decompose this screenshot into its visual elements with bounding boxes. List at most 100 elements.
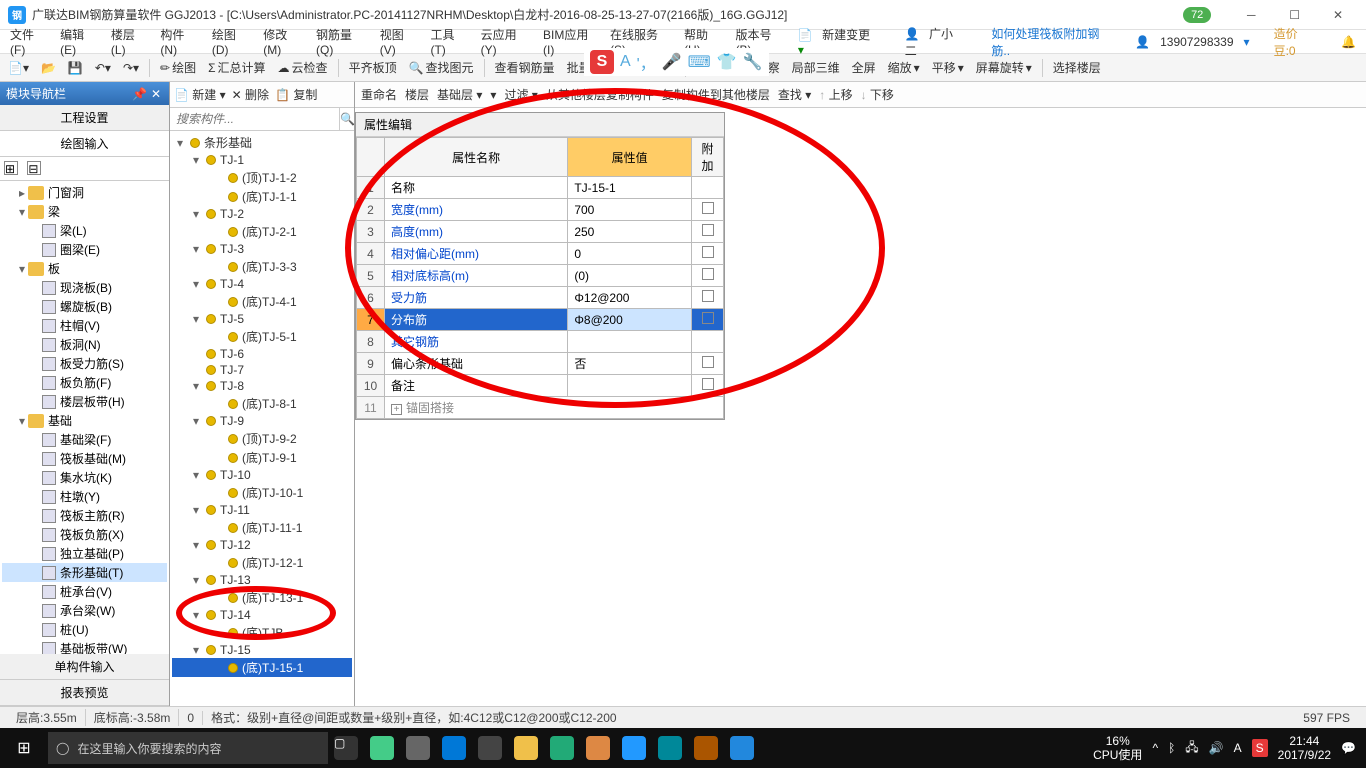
undo-button[interactable]: ↶▾: [91, 59, 115, 77]
open-button[interactable]: 📂: [37, 59, 60, 77]
cpu-meter[interactable]: 16%CPU使用: [1093, 734, 1142, 763]
collapse-icon[interactable]: ⊟: [27, 161, 41, 175]
app-icon-3[interactable]: [550, 736, 574, 760]
notifications-icon[interactable]: 💬: [1341, 741, 1356, 755]
component-item[interactable]: ▾TJ-9: [172, 413, 352, 429]
component-item[interactable]: ▾TJ-1: [172, 152, 352, 168]
menu-rebar[interactable]: 钢筋量(Q): [310, 26, 374, 57]
ime-skin-icon[interactable]: 👕: [717, 52, 737, 72]
component-child[interactable]: (底)TJ-4-1: [172, 292, 352, 311]
volume-icon[interactable]: 🔊: [1209, 741, 1224, 755]
property-row[interactable]: 3高度(mm)250: [357, 221, 724, 243]
menu-view[interactable]: 视图(V): [374, 26, 425, 57]
menu-component[interactable]: 构件(N): [154, 26, 205, 57]
find-element-button[interactable]: 🔍 查找图元: [405, 57, 478, 78]
component-item[interactable]: ▾TJ-11: [172, 502, 352, 518]
component-item[interactable]: ▾TJ-12: [172, 537, 352, 553]
floor-select[interactable]: 基础层 ▾: [437, 86, 482, 103]
component-item[interactable]: ▾TJ-13: [172, 572, 352, 588]
component-item[interactable]: ▾TJ-2: [172, 206, 352, 222]
component-item[interactable]: ▾TJ-15: [172, 642, 352, 658]
property-row[interactable]: 2宽度(mm)700: [357, 199, 724, 221]
ime-s-tray-icon[interactable]: S: [1252, 739, 1268, 757]
move-down-button[interactable]: ↓ 下移: [861, 86, 894, 103]
component-item[interactable]: ▾TJ-10: [172, 467, 352, 483]
component-item[interactable]: TJ-7: [172, 362, 352, 378]
close-button[interactable]: ✕: [1318, 8, 1358, 22]
bluetooth-icon[interactable]: ᛒ: [1168, 741, 1175, 755]
menu-file[interactable]: 文件(F): [4, 26, 54, 57]
nav-item[interactable]: 板负筋(F): [2, 373, 167, 392]
nav-item[interactable]: 柱帽(V): [2, 316, 167, 335]
component-child[interactable]: (底)TJ-12-1: [172, 553, 352, 572]
component-root[interactable]: ▾条形基础: [172, 133, 352, 152]
nav-item[interactable]: 条形基础(T): [2, 563, 167, 582]
component-child[interactable]: (底)TJ-10-1: [172, 483, 352, 502]
network-icon[interactable]: 🖧: [1185, 738, 1198, 759]
app-icon-5[interactable]: [622, 736, 646, 760]
property-row[interactable]: 7分布筋Φ8@200: [357, 309, 724, 331]
layer-select[interactable]: ▾: [490, 88, 496, 102]
sogou-icon[interactable]: S: [590, 50, 614, 74]
redo-button[interactable]: ↷▾: [119, 59, 143, 77]
component-child[interactable]: (底)TJ-13-1: [172, 588, 352, 607]
property-row[interactable]: 10备注: [357, 375, 724, 397]
align-top-button[interactable]: 平齐板顶: [345, 57, 401, 78]
property-row[interactable]: 9偏心条形基础否: [357, 353, 724, 375]
property-row[interactable]: 5相对底标高(m)(0): [357, 265, 724, 287]
move-up-button[interactable]: ↑ 上移: [819, 86, 852, 103]
component-item[interactable]: ▾TJ-3: [172, 241, 352, 257]
component-item[interactable]: TJ-6: [172, 346, 352, 362]
rename-button[interactable]: 重命名: [361, 86, 397, 103]
close-panel-icon[interactable]: ✕: [149, 87, 163, 101]
new-file-button[interactable]: 📄▾: [4, 59, 33, 77]
component-child[interactable]: (底)TJ-9-1: [172, 448, 352, 467]
component-item[interactable]: ▾TJ-5: [172, 311, 352, 327]
bell-icon[interactable]: 🔔: [1335, 35, 1362, 49]
nav-item[interactable]: 基础板带(W): [2, 639, 167, 654]
nav-item[interactable]: 筏板负筋(X): [2, 525, 167, 544]
filter-button[interactable]: 过滤 ▾: [504, 86, 537, 103]
menu-tools[interactable]: 工具(T): [424, 26, 474, 57]
save-button[interactable]: 💾: [64, 59, 87, 77]
ime-toolbar[interactable]: S A '， 🎤 ⌨ 👕 🔧: [584, 48, 769, 76]
rotate-button[interactable]: 屏幕旋转 ▾: [972, 57, 1036, 78]
nav-item[interactable]: 现浇板(B): [2, 278, 167, 297]
tab-project-settings[interactable]: 工程设置: [0, 105, 169, 131]
edge-icon[interactable]: [442, 736, 466, 760]
pin-icon[interactable]: 📌: [130, 87, 149, 101]
nav-item[interactable]: 筏板基础(M): [2, 449, 167, 468]
nav-item[interactable]: 圈梁(E): [2, 240, 167, 259]
nav-group[interactable]: ▾基础: [2, 411, 167, 430]
app-icon-2[interactable]: [406, 736, 430, 760]
select-floor-button[interactable]: 选择楼层: [1049, 57, 1105, 78]
copy-from-floor-button[interactable]: 从其他楼层复制构件: [546, 86, 654, 103]
menu-modify[interactable]: 修改(M): [257, 26, 310, 57]
tab-draw-input[interactable]: 绘图输入: [0, 131, 169, 157]
draw-button[interactable]: ✏ 绘图: [156, 57, 200, 78]
search-button[interactable]: 🔍: [339, 108, 355, 130]
app-icon-1[interactable]: [370, 736, 394, 760]
component-child[interactable]: (底)TJ-5-1: [172, 327, 352, 346]
component-child[interactable]: (底)TJ-3-3: [172, 257, 352, 276]
nav-item[interactable]: 基础梁(F): [2, 430, 167, 449]
ime-keyboard-icon[interactable]: ⌨: [688, 52, 711, 72]
menu-draw[interactable]: 绘图(D): [206, 26, 257, 57]
property-row[interactable]: 4相对偏心距(mm)0: [357, 243, 724, 265]
component-child[interactable]: (底)TJ-11-1: [172, 518, 352, 537]
component-child[interactable]: (底)TJ-1-1: [172, 187, 352, 206]
user-label[interactable]: 👤 广小二: [899, 25, 974, 59]
nav-item[interactable]: 筏板主筋(R): [2, 506, 167, 525]
nav-item[interactable]: 梁(L): [2, 221, 167, 240]
copy-to-floor-button[interactable]: 复制构件到其他楼层: [662, 86, 770, 103]
view-rebar-button[interactable]: 查看钢筋量: [491, 57, 559, 78]
nav-item[interactable]: 柱墩(Y): [2, 487, 167, 506]
task-view-icon[interactable]: ▢: [334, 736, 358, 760]
menu-cloud[interactable]: 云应用(Y): [475, 26, 537, 57]
component-child[interactable]: (底)TJB: [172, 623, 352, 642]
account-link[interactable]: 👤 13907298339 ▾: [1129, 35, 1255, 49]
maximize-button[interactable]: ☐: [1275, 8, 1315, 22]
property-row[interactable]: 1名称TJ-15-1: [357, 177, 724, 199]
update-badge[interactable]: 72: [1183, 7, 1211, 23]
component-item[interactable]: ▾TJ-8: [172, 378, 352, 394]
